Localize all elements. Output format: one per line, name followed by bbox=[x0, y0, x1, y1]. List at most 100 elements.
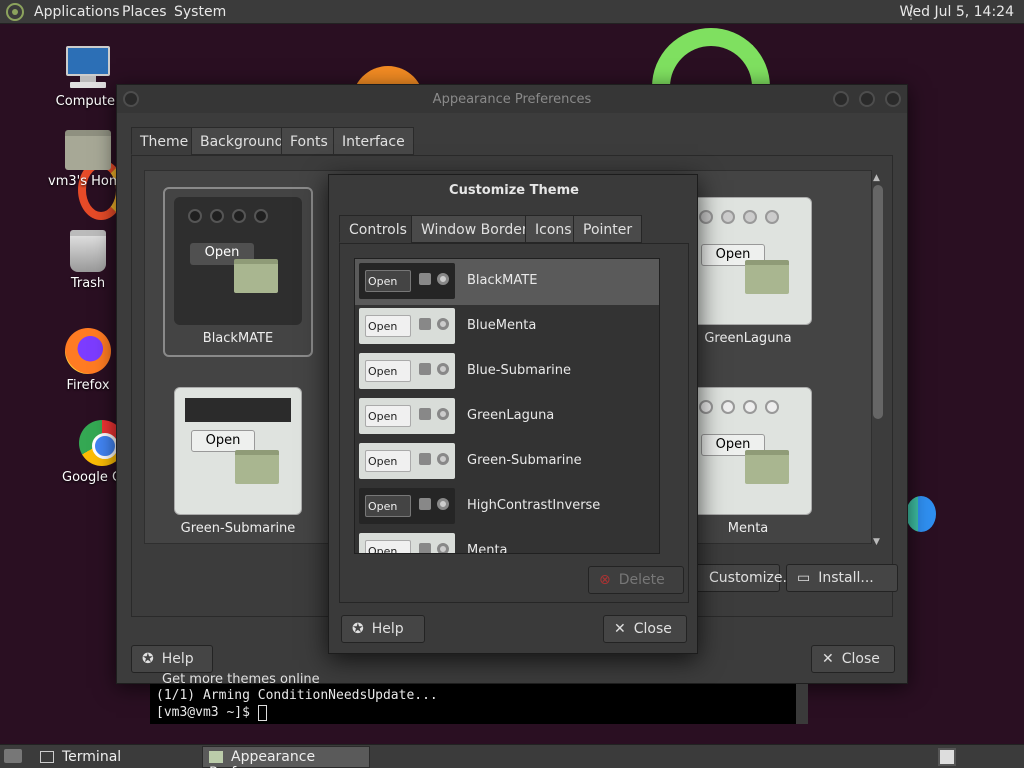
tab-interface[interactable]: Interface bbox=[333, 127, 414, 155]
help-icon: ✪ bbox=[142, 651, 154, 667]
terminal-prompt: [vm3@vm3 ~]$ bbox=[156, 705, 258, 720]
theme-label: Green-Submarine bbox=[180, 521, 296, 536]
scroll-down-icon[interactable]: ▼ bbox=[873, 537, 880, 547]
theme-list-row[interactable]: Open Blue-Submarine bbox=[355, 349, 659, 395]
install-icon: ▭ bbox=[797, 570, 811, 586]
firefox-icon bbox=[65, 328, 111, 374]
menu-places[interactable]: Places bbox=[122, 4, 167, 20]
delete-label: Delete bbox=[618, 572, 665, 588]
clock[interactable]: Wed Jul 5, 14:24 bbox=[900, 4, 1014, 20]
close-label: Close bbox=[841, 651, 880, 667]
workspace-switcher[interactable] bbox=[938, 748, 956, 766]
taskbar-label: Terminal bbox=[62, 749, 122, 765]
help-label: Help bbox=[371, 621, 404, 637]
tab-theme[interactable]: Theme bbox=[131, 127, 198, 155]
close-icon: ✕ bbox=[614, 621, 626, 637]
theme-name: Blue-Submarine bbox=[467, 363, 572, 378]
theme-list-row[interactable]: Open Green-Submarine bbox=[355, 439, 659, 485]
terminal-window[interactable]: (1/1) Arming ConditionNeedsUpdate... [vm… bbox=[150, 684, 808, 724]
checkbox-icon bbox=[419, 453, 431, 465]
radio-icon bbox=[437, 543, 449, 553]
terminal-icon bbox=[40, 751, 54, 763]
delete-icon: ⊗ bbox=[599, 572, 611, 588]
theme-preview: Open bbox=[174, 197, 302, 325]
terminal-cursor bbox=[257, 704, 267, 721]
close-button[interactable]: ✕ Close bbox=[811, 645, 895, 673]
checkbox-icon bbox=[419, 498, 431, 510]
folder-icon bbox=[235, 450, 279, 484]
theme-green-submarine[interactable]: Open Green-Submarine bbox=[165, 387, 311, 536]
theme-name: Green-Submarine bbox=[467, 453, 582, 468]
theme-thumbnail: Open bbox=[359, 533, 455, 553]
checkbox-icon bbox=[419, 318, 431, 330]
titlebar[interactable]: Appearance Preferences bbox=[117, 85, 907, 113]
checkbox-icon bbox=[419, 543, 431, 553]
checkbox-icon bbox=[419, 408, 431, 420]
theme-name: BlackMATE bbox=[467, 273, 538, 288]
theme-name: BlueMenta bbox=[467, 318, 537, 333]
show-desktop-icon[interactable] bbox=[4, 749, 22, 763]
install-button[interactable]: ▭ Install... bbox=[786, 564, 898, 592]
theme-thumbnail: Open bbox=[359, 398, 455, 434]
appearance-icon bbox=[209, 751, 223, 763]
wallpaper-shape bbox=[906, 496, 936, 532]
tab-window-border[interactable]: Window Border bbox=[411, 215, 538, 243]
customize-label: Customize... bbox=[709, 570, 796, 586]
tab-fonts[interactable]: Fonts bbox=[281, 127, 337, 155]
folder-icon bbox=[234, 259, 278, 293]
theme-blackmate[interactable]: Open BlackMATE bbox=[165, 197, 311, 346]
mate-logo-icon[interactable] bbox=[6, 3, 24, 21]
radio-icon bbox=[437, 318, 449, 330]
dialog-help-button[interactable]: ✪ Help bbox=[341, 615, 425, 643]
preview-open-button: Open bbox=[365, 450, 411, 472]
theme-list-row[interactable]: Open BlackMATE bbox=[355, 259, 659, 305]
preview-open-button: Open bbox=[365, 405, 411, 427]
theme-name: HighContrastInverse bbox=[467, 498, 601, 513]
checkbox-icon bbox=[419, 273, 431, 285]
delete-button[interactable]: ⊗ Delete bbox=[588, 566, 684, 594]
controls-panel: Open BlackMATE Open BlueMenta Open Blue-Subma… bbox=[339, 243, 689, 603]
terminal-scrollbar[interactable] bbox=[796, 684, 808, 724]
theme-list-row[interactable]: Open BlueMenta bbox=[355, 304, 659, 350]
theme-list-row[interactable]: Open GreenLaguna bbox=[355, 394, 659, 440]
checkbox-icon bbox=[419, 363, 431, 375]
taskbar-label: Appearance Prefere... bbox=[209, 749, 316, 768]
theme-thumbnail: Open bbox=[359, 443, 455, 479]
menu-system[interactable]: System bbox=[174, 4, 226, 20]
theme-preview: Open bbox=[684, 197, 812, 325]
theme-list-row[interactable]: Open HighContrastInverse bbox=[355, 484, 659, 530]
menu-applications[interactable]: Applications bbox=[34, 4, 120, 20]
trash-icon bbox=[70, 230, 106, 272]
maximize-button[interactable] bbox=[859, 91, 875, 107]
taskbar-item-appearance[interactable]: Appearance Prefere... bbox=[202, 746, 370, 768]
theme-list-row[interactable]: Open Menta bbox=[355, 529, 659, 553]
preview-open-button: Open bbox=[365, 270, 411, 292]
tab-pointer[interactable]: Pointer bbox=[573, 215, 643, 243]
taskbar-item-terminal[interactable]: Terminal bbox=[34, 747, 198, 767]
close-window-button[interactable] bbox=[885, 91, 901, 107]
theme-name: GreenLaguna bbox=[467, 408, 555, 423]
dialog-close-button[interactable]: ✕ Close bbox=[603, 615, 687, 643]
help-button[interactable]: ✪ Help bbox=[131, 645, 213, 673]
scroll-up-icon[interactable]: ▲ bbox=[873, 173, 880, 183]
bottom-panel: Terminal Appearance Prefere... bbox=[0, 744, 1024, 768]
close-label: Close bbox=[633, 621, 672, 637]
controls-theme-list[interactable]: Open BlackMATE Open BlueMenta Open Blue-Subma… bbox=[354, 258, 660, 554]
preview-open-button: Open bbox=[365, 360, 411, 382]
minimize-button[interactable] bbox=[833, 91, 849, 107]
theme-label: BlackMATE bbox=[202, 331, 274, 346]
folder-icon bbox=[745, 450, 789, 484]
scrollbar-thumb[interactable] bbox=[873, 185, 883, 419]
help-icon: ✪ bbox=[352, 621, 364, 637]
theme-thumbnail: Open bbox=[359, 263, 455, 299]
tab-background[interactable]: Background bbox=[191, 127, 293, 155]
close-icon: ✕ bbox=[822, 651, 834, 667]
folder-icon bbox=[745, 260, 789, 294]
tab-controls[interactable]: Controls bbox=[339, 215, 417, 243]
theme-preview: Open bbox=[174, 387, 302, 515]
radio-icon bbox=[437, 498, 449, 510]
terminal-prompt-line: [vm3@vm3 ~]$ bbox=[156, 704, 802, 721]
radio-icon bbox=[437, 273, 449, 285]
dialog-title: Customize Theme bbox=[449, 183, 579, 198]
radio-icon bbox=[437, 453, 449, 465]
